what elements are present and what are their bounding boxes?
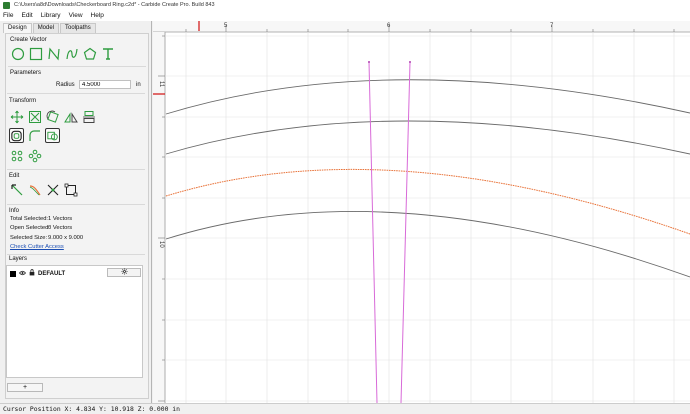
menu-file[interactable]: File: [0, 12, 17, 19]
gear-icon: [121, 268, 128, 277]
open-selected-value: 0 Vectors: [48, 225, 73, 231]
transform-tools-row1: [9, 109, 96, 124]
transform-tools-row3: [9, 148, 42, 163]
circle-icon[interactable]: [10, 46, 25, 61]
app-icon: [3, 1, 10, 9]
top-ruler[interactable]: [153, 21, 690, 32]
divider: [8, 66, 146, 67]
total-selected-label: Total Selected:: [10, 216, 49, 222]
section-create-vector: Create Vector: [10, 37, 47, 43]
transform-tools-row2: [9, 128, 60, 143]
mirror-icon[interactable]: [63, 109, 78, 124]
title-bar: C:\Users\a8d\Downloads\Checkerboard Ring…: [0, 0, 690, 10]
selected-size-row: Selected Size: 9.000 x 9.000: [10, 235, 83, 241]
ruler-label-y: 10: [158, 241, 164, 248]
layer-settings-button[interactable]: [107, 268, 141, 277]
canvas-drawing[interactable]: 5 6 7 11 10: [153, 21, 690, 403]
open-selected-label: Open Selected:: [10, 225, 50, 231]
scale-icon[interactable]: [27, 109, 42, 124]
menu-bar: File Edit Library View Help: [0, 10, 690, 21]
menu-edit[interactable]: Edit: [17, 12, 36, 19]
divider: [7, 169, 145, 170]
section-edit: Edit: [9, 173, 20, 179]
tab-model[interactable]: Model: [32, 23, 60, 33]
guide-line-endpoint[interactable]: [409, 61, 411, 63]
inner-ring-arc[interactable]: [165, 211, 690, 278]
section-transform: Transform: [9, 98, 37, 104]
selected-size-label: Selected Size:: [10, 235, 48, 241]
selected-ring-arc[interactable]: [165, 168, 690, 235]
section-parameters: Parameters: [10, 70, 42, 76]
node-edit-icon[interactable]: [9, 182, 24, 197]
text-icon[interactable]: [100, 46, 115, 61]
section-info: Info: [9, 208, 20, 214]
panel-tabs: Design Model Toolpaths: [3, 23, 97, 33]
curve-icon[interactable]: [64, 46, 79, 61]
rotate-icon[interactable]: [45, 109, 60, 124]
menu-view[interactable]: View: [65, 12, 87, 19]
layer-color-swatch[interactable]: [10, 270, 16, 277]
eye-icon[interactable]: [19, 270, 26, 278]
outer-ring-arc[interactable]: [165, 79, 690, 115]
polyline-icon[interactable]: [46, 46, 61, 61]
status-bar: Cursor Position X: 4.834 Y: 10.918 Z: 0.…: [0, 403, 690, 414]
left-ruler[interactable]: [153, 32, 165, 403]
layer-row[interactable]: DEFAULT: [10, 269, 65, 278]
grid-array-icon[interactable]: [27, 148, 42, 163]
window-title: C:\Users\a8d\Downloads\Checkerboard Ring…: [14, 2, 215, 8]
radius-input[interactable]: [79, 80, 131, 89]
guide-line-left[interactable]: [368, 61, 378, 403]
total-selected-value: 1 Vectors: [48, 216, 73, 222]
section-layers: Layers: [9, 256, 28, 262]
layer-list: DEFAULT: [6, 265, 143, 378]
divider: [7, 204, 145, 205]
guide-line-endpoint[interactable]: [368, 61, 370, 63]
canvas-grid: [165, 32, 690, 403]
design-canvas[interactable]: 5 6 7 11 10: [153, 21, 690, 403]
rectangle-icon[interactable]: [28, 46, 43, 61]
menu-library[interactable]: Library: [37, 12, 65, 19]
cursor-position-readout: Cursor Position X: 4.834 Y: 10.918 Z: 0.…: [3, 405, 180, 413]
lock-icon[interactable]: [29, 269, 35, 278]
divider: [7, 254, 145, 255]
ring-arc-2[interactable]: [165, 120, 690, 155]
move-icon[interactable]: [9, 109, 24, 124]
guide-line-right[interactable]: [400, 61, 411, 403]
tab-design[interactable]: Design: [3, 23, 32, 33]
design-panel: Design Model Toolpaths Create Vector Par…: [0, 21, 152, 403]
ruler-label-y: 11: [158, 81, 164, 88]
polygon-icon[interactable]: [82, 46, 97, 61]
fillet-icon[interactable]: [27, 128, 42, 143]
tab-toolpaths[interactable]: Toolpaths: [60, 23, 96, 33]
trim-icon[interactable]: [45, 182, 60, 197]
smooth-curve-icon[interactable]: [27, 182, 42, 197]
menu-help[interactable]: Help: [87, 12, 108, 19]
layer-name: DEFAULT: [38, 270, 66, 277]
create-vector-tools: [10, 46, 115, 61]
bounding-box-icon[interactable]: [63, 182, 78, 197]
offset-icon[interactable]: [9, 128, 24, 143]
radius-unit: in: [136, 82, 141, 88]
divider: [7, 93, 145, 94]
selected-size-value: 9.000 x 9.000: [48, 235, 84, 241]
total-selected-row: Total Selected: 1 Vectors: [10, 216, 72, 222]
circular-array-icon[interactable]: [9, 148, 24, 163]
check-cutter-access-link[interactable]: Check Cutter Access: [10, 244, 64, 250]
align-icon[interactable]: [81, 109, 96, 124]
edit-tools: [9, 182, 78, 197]
add-layer-button[interactable]: +: [7, 383, 43, 392]
open-selected-row: Open Selected: 0 Vectors: [10, 225, 72, 231]
radius-label: Radius: [56, 82, 75, 88]
boolean-icon[interactable]: [45, 128, 60, 143]
